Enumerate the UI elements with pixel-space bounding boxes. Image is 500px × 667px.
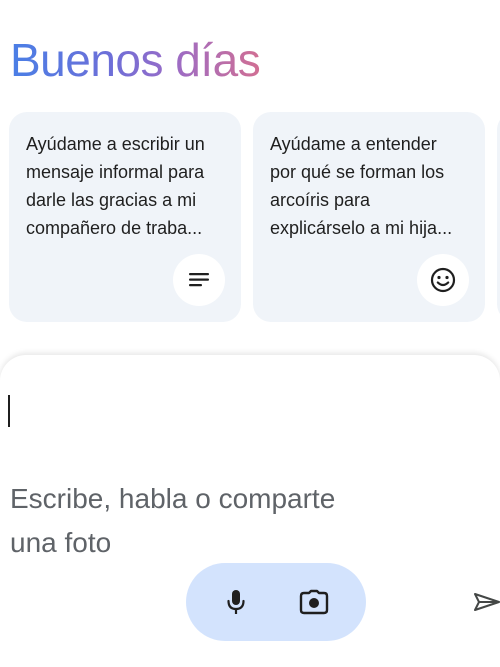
smiley-face-icon (417, 254, 469, 306)
prompt-composer: Escribe, habla o comparte una foto (0, 355, 500, 667)
microphone-icon (227, 590, 245, 614)
suggestion-card-rainbow[interactable]: Ayúdame a entender por qué se forman los… (253, 112, 485, 322)
send-button[interactable] (472, 587, 500, 617)
text-caret (8, 395, 10, 427)
suggestion-card-text: Ayúdame a escribir un mensaje informal p… (26, 134, 205, 238)
notes-lines-icon (173, 254, 225, 306)
gemini-home-screen: Buenos días Ayúdame a escribir un mensaj… (0, 0, 500, 667)
microphone-button[interactable] (216, 582, 256, 622)
input-actions-pill (186, 563, 366, 641)
greeting-title: Buenos días (10, 30, 261, 90)
prompt-placeholder: Escribe, habla o comparte una foto (10, 483, 336, 558)
suggestion-card-thank-coworker[interactable]: Ayúdame a escribir un mensaje informal p… (9, 112, 241, 322)
suggestion-card-text: Ayúdame a entender por qué se forman los… (270, 134, 453, 238)
suggestion-carousel[interactable]: Ayúdame a escribir un mensaje informal p… (9, 112, 500, 322)
send-icon (474, 593, 500, 611)
camera-icon (299, 589, 329, 615)
camera-button[interactable] (294, 582, 334, 622)
prompt-input[interactable]: Escribe, habla o comparte una foto (0, 389, 480, 565)
